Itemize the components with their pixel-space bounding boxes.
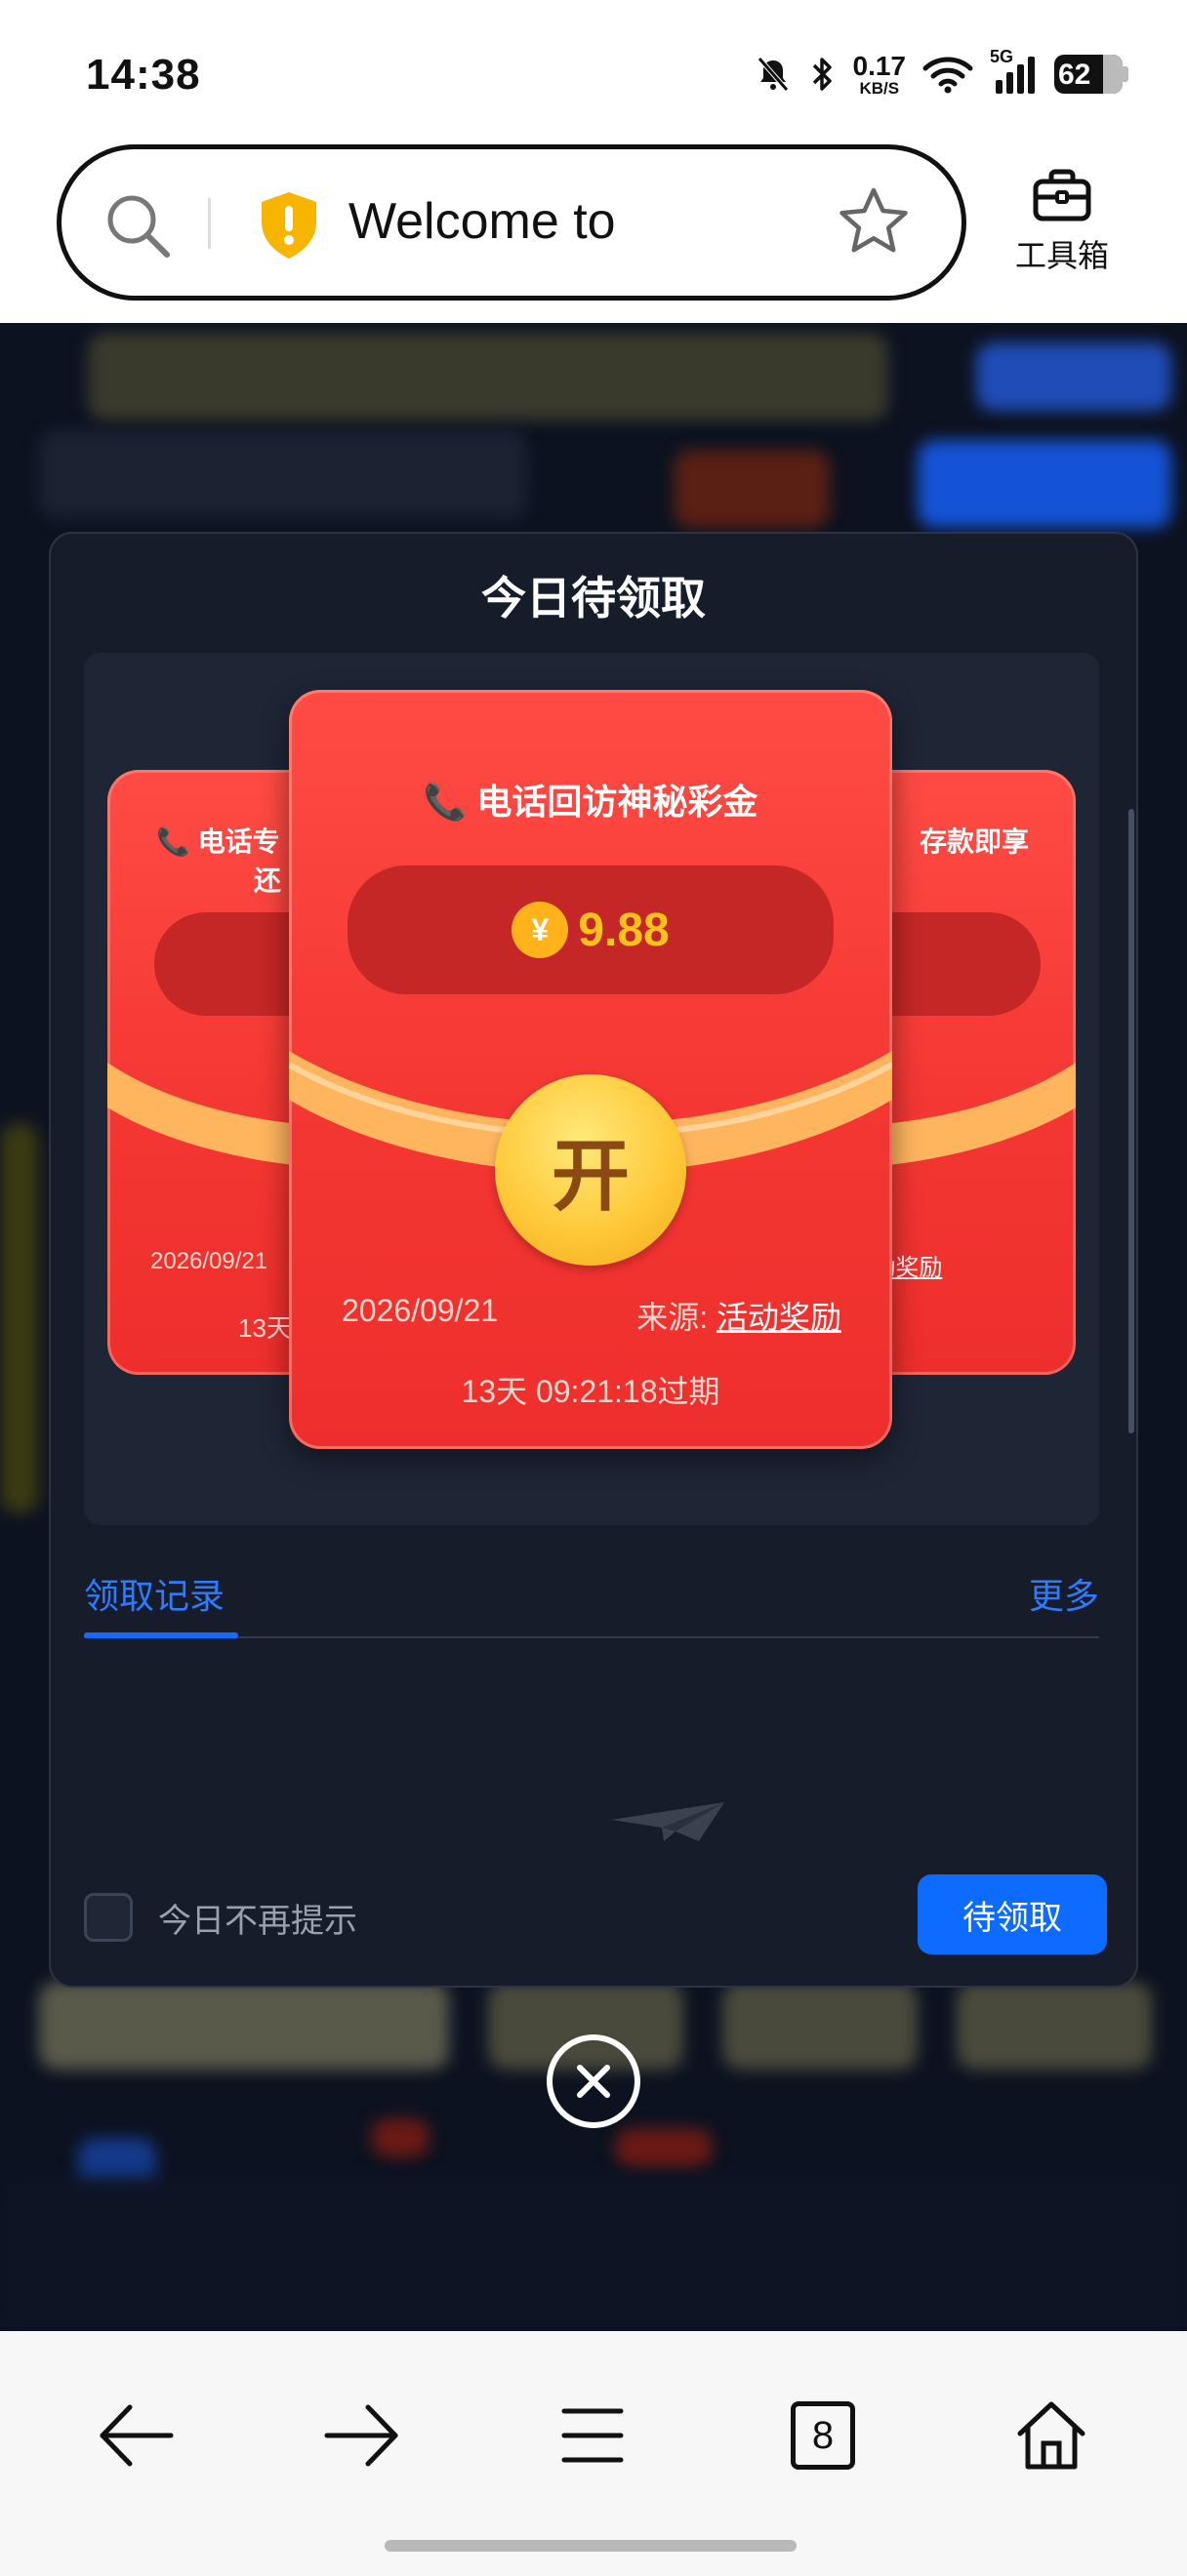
dont-remind-checkbox[interactable] [84, 1893, 133, 1942]
security-warning-shield-icon[interactable] [255, 188, 323, 267]
records-tabs: 领取记录 更多 [84, 1568, 1099, 1638]
envelope-expiry: 13天 09:21:18过期 [461, 1374, 720, 1409]
more-link[interactable]: 更多 [1029, 1568, 1099, 1619]
bluetooth-icon [808, 55, 838, 94]
envelope-source: 来源: 活动奖励 [636, 1300, 841, 1335]
amount-value: 9.88 [578, 904, 670, 956]
empty-state-paper-plane-icon [607, 1798, 730, 1852]
phone-icon: 📞 [423, 782, 468, 822]
wifi-icon [921, 55, 974, 94]
search-icon[interactable] [101, 188, 175, 267]
browser-toolbar: Welcome to 工具箱 [0, 144, 1187, 323]
envelope-title-line2: 还 [254, 865, 282, 896]
red-envelope-main[interactable]: 📞 电话回访神秘彩金 ¥ 9.88 开 2026/09/21 来源: 活动奖励 … [289, 690, 892, 1449]
tab-claim-records[interactable]: 领取记录 [84, 1568, 225, 1619]
forward-button[interactable] [318, 2392, 406, 2479]
claim-button[interactable]: 待领取 [918, 1874, 1107, 1954]
open-envelope-button[interactable]: 开 [495, 1074, 686, 1266]
close-modal-button[interactable] [547, 2034, 640, 2128]
phone-icon: 📞 [156, 826, 190, 857]
back-button[interactable] [92, 2392, 180, 2479]
screen: 14:38 0.17 KB/S 5G 62 Welcome to 工具箱 今日待… [0, 0, 1187, 2576]
browser-bottom-nav: 8 [0, 2331, 1187, 2576]
toolbox-button[interactable]: 工具箱 [1003, 168, 1121, 276]
net-speed: 0.17 KB/S [852, 50, 907, 98]
envelope-expiry: 13天 [238, 1313, 292, 1343]
status-bar: 14:38 0.17 KB/S 5G 62 [0, 0, 1187, 144]
toolbox-icon [1033, 169, 1091, 221]
cellular-signal-icon: 5G [990, 47, 1039, 96]
envelope-title-line1: 电话专 [197, 826, 280, 857]
address-bar[interactable]: Welcome to [57, 144, 966, 301]
arrow-left-icon [100, 2404, 174, 2467]
amount-pill: ¥ 9.88 [348, 865, 834, 994]
tabs-button[interactable]: 8 [779, 2392, 867, 2479]
tab-count: 8 [811, 2413, 835, 2457]
bookmark-star-icon[interactable] [835, 182, 913, 265]
envelope-title: 存款即享 [920, 826, 1030, 857]
dont-remind-label[interactable]: 今日不再提示 [158, 1894, 357, 1942]
source-link[interactable]: 活动奖励 [716, 1300, 841, 1335]
menu-icon [561, 2408, 624, 2463]
pending-rewards-modal: 今日待领取 📞 电话专 还 2026/09/21 13天 存款即享 活动奖励 📞… [49, 532, 1138, 1988]
home-icon [1017, 2401, 1085, 2470]
envelope-date: 2026/09/21 [342, 1293, 499, 1328]
status-icons: 0.17 KB/S 5G 62 [754, 47, 1128, 98]
tabs-count-icon: 8 [791, 2401, 855, 2470]
yuan-coin-icon: ¥ [512, 902, 569, 958]
status-time: 14:38 [86, 51, 201, 99]
close-icon [577, 2065, 610, 2098]
arrow-right-icon [324, 2404, 398, 2467]
tab-underline [84, 1632, 238, 1638]
home-button[interactable] [1007, 2392, 1095, 2479]
battery-icon: 62 [1054, 55, 1128, 94]
envelope-date: 2026/09/21 [150, 1248, 268, 1274]
mute-bell-icon [754, 55, 793, 94]
url-text[interactable]: Welcome to [348, 192, 616, 251]
address-divider [208, 198, 211, 249]
envelope-title: 电话回访神秘彩金 [476, 782, 758, 822]
modal-scrollbar[interactable] [1128, 555, 1136, 1531]
menu-button[interactable] [549, 2392, 636, 2479]
battery-level: 62 [1058, 59, 1091, 91]
gesture-home-indicator[interactable] [385, 2540, 797, 2552]
toolbox-label: 工具箱 [1014, 238, 1109, 273]
dont-remind-row: 今日不再提示 [84, 1890, 357, 1945]
envelope-carousel[interactable]: 📞 电话专 还 2026/09/21 13天 存款即享 8 [84, 653, 1099, 1525]
modal-title: 今日待领取 [481, 573, 706, 624]
